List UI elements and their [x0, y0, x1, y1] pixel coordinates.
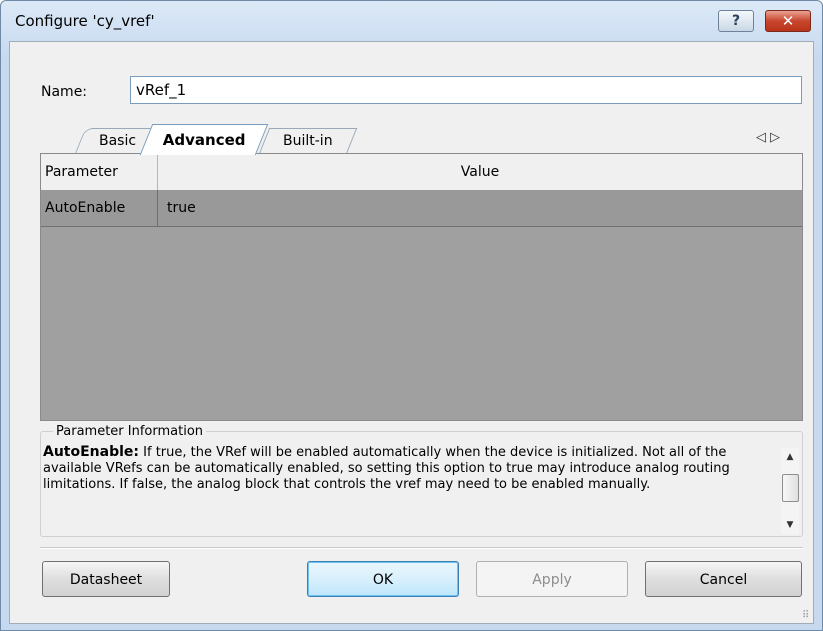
window-title: Configure 'cy_vref'	[15, 12, 155, 30]
tab-built-in[interactable]: Built-in	[258, 128, 358, 154]
tab-scroll-arrows-icon[interactable]: ◁▷	[756, 130, 784, 145]
info-param-name: AutoEnable:	[43, 444, 140, 460]
apply-button[interactable]: Apply	[476, 561, 628, 597]
divider	[40, 547, 803, 549]
info-text: AutoEnable: If true, the VRef will be en…	[43, 444, 769, 493]
help-icon: ?	[731, 13, 741, 29]
table-row[interactable]: AutoEnable true	[41, 190, 802, 227]
datasheet-button[interactable]: Datasheet	[42, 561, 170, 597]
column-header-parameter[interactable]: Parameter	[41, 154, 158, 190]
ok-button[interactable]: OK	[307, 561, 459, 597]
tab-basic-label: Basic	[99, 133, 137, 149]
row-parameter-cell[interactable]: AutoEnable	[41, 190, 158, 226]
dialog-body: Name: Basic Advanced Built-in ◁▷ Paramet…	[9, 41, 814, 624]
tab-strip: Basic Advanced Built-in ◁▷	[40, 124, 800, 155]
tab-advanced[interactable]: Advanced	[139, 124, 269, 155]
scroll-thumb[interactable]	[782, 474, 799, 502]
configure-dialog: Configure 'cy_vref' ? ✕ Name: Basic Adva…	[0, 0, 823, 631]
scroll-down-icon[interactable]: ▼	[781, 518, 799, 532]
help-button[interactable]: ?	[718, 10, 754, 32]
resize-grip-icon[interactable]: ⠿	[802, 610, 809, 621]
info-scrollbar[interactable]: ▲ ▼	[781, 448, 799, 534]
name-label: Name:	[41, 84, 88, 100]
column-header-value[interactable]: Value	[158, 154, 802, 190]
cancel-button[interactable]: Cancel	[645, 561, 802, 597]
scroll-up-icon[interactable]: ▲	[781, 450, 799, 464]
info-legend: Parameter Information	[53, 424, 207, 439]
close-button[interactable]: ✕	[765, 10, 811, 32]
tab-advanced-label: Advanced	[162, 131, 246, 149]
close-icon: ✕	[781, 12, 795, 30]
row-value-cell[interactable]: true	[167, 190, 196, 226]
name-input[interactable]	[130, 76, 802, 104]
title-bar[interactable]: Configure 'cy_vref' ? ✕	[1, 1, 822, 41]
info-description: If true, the VRef will be enabled automa…	[43, 445, 730, 492]
grid-header: Parameter Value	[41, 154, 802, 191]
tab-built-in-label: Built-in	[283, 133, 333, 149]
parameter-information-group: Parameter Information AutoEnable: If tru…	[40, 424, 803, 537]
parameter-grid: Parameter Value AutoEnable true	[40, 153, 803, 421]
